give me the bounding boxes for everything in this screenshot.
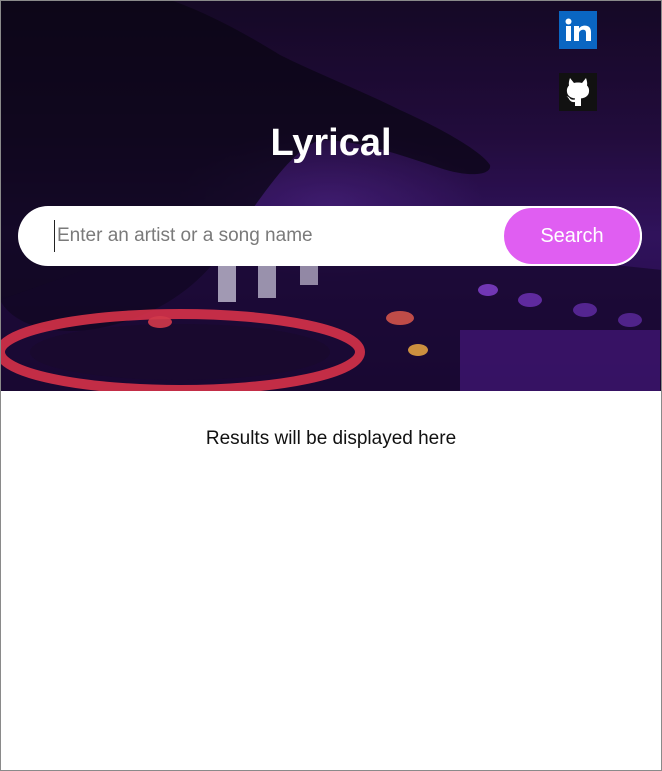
search-input[interactable] <box>54 220 494 252</box>
search-button[interactable]: Search <box>502 206 642 266</box>
hero-banner: Lyrical Search <box>0 0 662 391</box>
results-placeholder: Results will be displayed here <box>205 428 457 449</box>
linkedin-link[interactable] <box>559 11 597 49</box>
github-icon <box>566 78 590 106</box>
page-title: Lyrical <box>270 122 392 164</box>
github-link[interactable] <box>559 73 597 111</box>
linkedin-icon <box>565 18 591 41</box>
dj-background-image <box>0 0 662 391</box>
search-bar: Search <box>18 206 642 266</box>
